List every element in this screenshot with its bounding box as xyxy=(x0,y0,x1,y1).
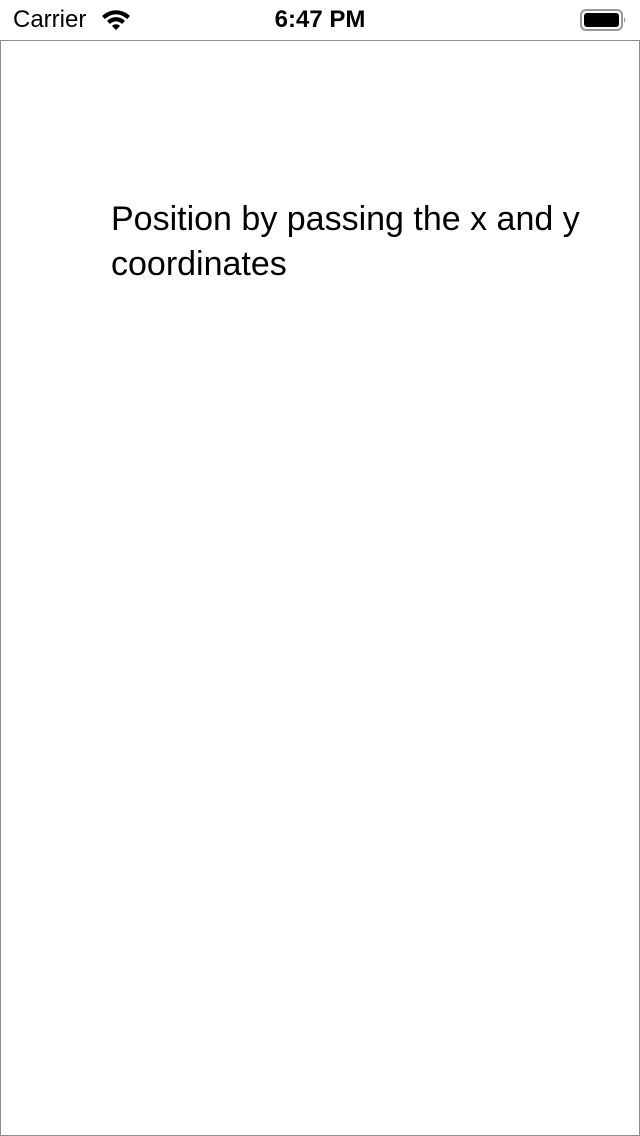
app-screen: Carrier 6:47 PM Position by passing the … xyxy=(0,0,640,1136)
status-time: 6:47 PM xyxy=(274,6,366,33)
battery-icon xyxy=(580,9,628,31)
position-label: Position by passing the x and y coordina… xyxy=(111,200,580,283)
status-bar: Carrier 6:47 PM xyxy=(0,0,640,40)
content-view: Position by passing the x and y coordina… xyxy=(0,40,640,1136)
